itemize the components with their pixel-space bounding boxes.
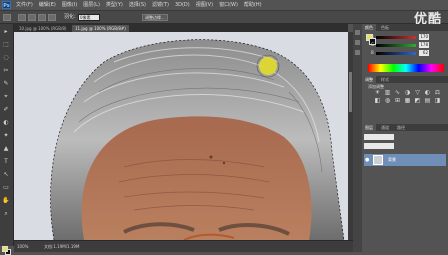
gradient-tool-icon[interactable]: ▲ (2, 145, 10, 152)
path-select-tool-icon[interactable]: ↖ (2, 171, 10, 178)
menu-item[interactable]: 3D(D) (175, 2, 190, 8)
panel-icon-strip (353, 24, 362, 252)
posterize-icon[interactable]: ▤ (424, 98, 431, 104)
eye-icon[interactable]: ● (365, 157, 369, 163)
layers-panel: 图层 通道 路径 ● 背景 (362, 124, 448, 252)
menu-item[interactable]: 图层(L) (83, 2, 100, 8)
foreground-color-swatch[interactable] (2, 246, 8, 252)
feather-field[interactable]: 0像素 (78, 14, 100, 21)
tool-preset-icon[interactable] (3, 14, 11, 21)
intersect-selection-icon[interactable] (48, 14, 56, 21)
add-selection-icon[interactable] (28, 14, 36, 21)
tab-swatches[interactable]: 色板 (378, 24, 392, 31)
zoom-level[interactable]: 100% (17, 243, 28, 250)
move-tool-icon[interactable]: ▸ (2, 28, 10, 35)
lasso-tool-icon[interactable]: ◌ (2, 54, 10, 61)
menu-item[interactable]: 滤镜(T) (152, 2, 169, 8)
menu-item[interactable]: 视图(V) (196, 2, 213, 8)
tab-document-1[interactable]: 10.jpg @ 100% (RGB/8) (16, 25, 69, 32)
layers-panel-tabs: 图层 通道 路径 (362, 124, 448, 131)
tab-color[interactable]: 颜色 (362, 24, 376, 31)
info-icon[interactable] (355, 50, 360, 55)
type-tool-icon[interactable]: T (2, 158, 10, 165)
clone-tool-icon[interactable]: ◐ (2, 119, 10, 126)
tab-styles[interactable]: 样式 (378, 76, 392, 83)
layer-thumbnail (373, 155, 383, 165)
menu-item[interactable]: 窗口(W) (219, 2, 238, 8)
slider-r[interactable]: R 170 (371, 34, 430, 40)
subtract-selection-icon[interactable] (38, 14, 46, 21)
menu-bar: Ps 文件(F) 编辑(E) 图像(I) 图层(L) 类型(Y) 选择(S) 滤镜(T) 3D… (0, 0, 448, 10)
menu-item[interactable]: 文件(F) (16, 2, 33, 8)
options-bar: 羽化: 0像素 调整边缘... (0, 10, 448, 24)
document-tabs: 10.jpg @ 100% (RGB/8) 11.jpg @ 100% (RGB… (14, 24, 348, 32)
main-menu: 文件(F) 编辑(E) 图像(I) 图层(L) 类型(Y) 选择(S) 滤镜(T) 3D(D)… (16, 2, 262, 8)
history-brush-tool-icon[interactable]: ✦ (2, 132, 10, 139)
document-canvas[interactable] (14, 32, 348, 240)
feather-label: 羽化: (64, 14, 76, 20)
shape-tool-icon[interactable]: ▭ (2, 184, 10, 191)
layer-row[interactable]: ● 背景 (364, 154, 446, 166)
tab-channels[interactable]: 通道 (378, 124, 392, 131)
exposure-icon[interactable]: ◑ (404, 90, 411, 96)
menu-item[interactable]: 编辑(E) (39, 2, 56, 8)
slider-g[interactable]: G 178 (371, 42, 430, 48)
photo-image (14, 32, 348, 240)
layer-filter-select[interactable] (364, 134, 394, 140)
scrollbar-thumb[interactable] (349, 72, 352, 112)
invert-icon[interactable]: ◩ (414, 98, 421, 104)
refine-edge-button[interactable]: 调整边缘... (142, 14, 168, 21)
eyedropper-tool-icon[interactable]: ✎ (2, 80, 10, 87)
zoom-tool-icon[interactable]: ⌕ (2, 210, 10, 217)
menu-item[interactable]: 类型(Y) (106, 2, 123, 8)
tab-adjustments[interactable]: 调整 (362, 76, 376, 83)
menu-item[interactable]: 选择(S) (129, 2, 146, 8)
tab-document-2[interactable]: 11.jpg @ 100% (RGB/8#) (72, 25, 129, 32)
adjustments-grid: ☀ ▥ ∿ ◑ ▽ ◐ ⚖ ◧ ◍ ⊞ ▦ ◩ ▤ ◨ (374, 90, 441, 104)
hand-tool-icon[interactable]: ✋ (2, 197, 10, 204)
blend-mode-select[interactable] (364, 143, 394, 149)
brightness-icon[interactable]: ☀ (374, 90, 381, 96)
crop-tool-icon[interactable]: ✂ (2, 67, 10, 74)
properties-icon[interactable] (355, 40, 360, 45)
brush-tool-icon[interactable]: ✐ (2, 106, 10, 113)
channel-mixer-icon[interactable]: ⊞ (394, 98, 401, 104)
right-panels: 颜色 色板 R 170 G 178 B 62 调整 样式 添加调整 ☀ ▥ ∿ ◑ ▽ ◐… (362, 24, 448, 252)
doc-size: 文档:1.19M/1.19M (44, 244, 80, 249)
layer-name: 背景 (388, 157, 396, 162)
marquee-tool-icon[interactable]: ⬚ (2, 41, 10, 48)
new-selection-icon[interactable] (18, 14, 26, 21)
threshold-icon[interactable]: ◨ (434, 98, 441, 104)
hue-icon[interactable]: ◐ (424, 90, 431, 96)
curves-icon[interactable]: ∿ (394, 90, 401, 96)
bw-icon[interactable]: ◧ (374, 98, 381, 104)
vibrance-icon[interactable]: ▽ (414, 90, 421, 96)
photoshop-logo: Ps (2, 1, 11, 9)
menu-item[interactable]: 帮助(H) (244, 2, 262, 8)
adjustments-panel-tabs: 调整 样式 (362, 76, 448, 83)
color-panel-tabs: 颜色 色板 (362, 24, 448, 31)
color-spectrum[interactable] (368, 64, 444, 72)
balance-icon[interactable]: ⚖ (434, 90, 441, 96)
levels-icon[interactable]: ▥ (384, 90, 391, 96)
spot-heal-tool-icon[interactable]: ⌖ (2, 93, 10, 100)
photo-filter-icon[interactable]: ◍ (384, 98, 391, 104)
lookup-icon[interactable]: ▦ (404, 98, 411, 104)
menu-item[interactable]: 图像(I) (62, 2, 77, 8)
history-icon[interactable] (355, 30, 360, 35)
tab-paths[interactable]: 路径 (394, 124, 408, 131)
toolbox: ⌕ ✋ ▭ ↖ T ▲ ✦ ◐ ✐ ⌖ ✎ ✂ ◌ ⬚ ▸ (0, 24, 14, 255)
tab-layers[interactable]: 图层 (362, 124, 376, 131)
status-bar: 100% 文档:1.19M/1.19M (14, 240, 353, 252)
slider-b[interactable]: B 62 (371, 50, 430, 56)
